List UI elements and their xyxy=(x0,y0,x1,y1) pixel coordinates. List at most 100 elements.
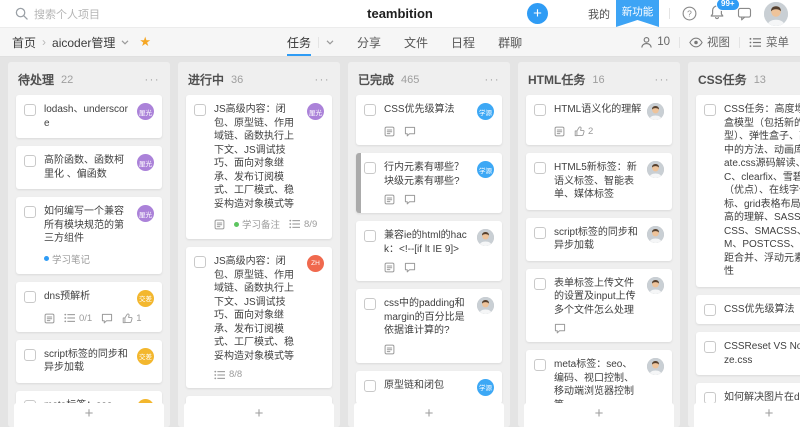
column-title: 已完成 xyxy=(358,73,395,87)
task-card[interactable]: 如何编写一个兼容所有模块规范的第三方组件 厘光 学习笔记 xyxy=(16,197,162,274)
task-card[interactable]: HTML语义化的理解 2 xyxy=(526,95,672,145)
task-checkbox[interactable] xyxy=(24,104,36,116)
task-checkbox[interactable] xyxy=(364,162,376,174)
board-column: 进行中 36 ··· JS高级内容：闭包、原型链、作用域链、函数执行上下文、JS调试技… xyxy=(178,62,340,427)
help-icon[interactable]: ? xyxy=(682,6,697,21)
task-card-main: 兼容ie的html的hack：<!--[if lt IE 9]> xyxy=(364,229,494,256)
task-card-main: css中的padding和margin的百分比是依据谁计算的? xyxy=(364,297,494,338)
divider xyxy=(669,8,670,19)
favorite-star-icon[interactable]: ★ xyxy=(139,34,151,50)
note-icon xyxy=(214,219,225,230)
tab-share[interactable]: 分享 xyxy=(357,28,381,56)
board-column: CSS任务 13 CSS任务：高度塌陷、盒模型（包括新的盒模型）、弹性盒子、高度居中… xyxy=(688,62,800,427)
column-menu-button[interactable]: ··· xyxy=(655,74,671,85)
column-menu-button[interactable]: ··· xyxy=(315,74,331,85)
add-task-button[interactable]: + xyxy=(354,403,504,427)
task-card[interactable]: HTML5新标签：新语义标签、智能表单、媒体标签 xyxy=(526,153,672,210)
add-task-button[interactable]: + xyxy=(184,403,334,427)
task-card[interactable]: script标签的同步和异步加载 交差 xyxy=(16,339,162,383)
task-title: HTML5新标签：新语义标签、智能表单、媒体标签 xyxy=(554,162,637,200)
tab-tasks[interactable]: 任务 xyxy=(287,28,334,56)
task-meta xyxy=(384,262,494,273)
column-menu-button[interactable]: ··· xyxy=(145,74,161,85)
task-checkbox[interactable] xyxy=(534,277,546,290)
task-checkbox[interactable] xyxy=(364,298,376,310)
task-checkbox[interactable] xyxy=(704,341,716,353)
task-card[interactable]: JS高级内容：闭包、原型链、作用域链、函数执行上下文、JS调试技巧、面向对象继承… xyxy=(186,247,332,388)
assignee-avatar: 学源 xyxy=(477,378,494,396)
add-task-button[interactable]: + xyxy=(14,403,164,427)
chevron-down-icon[interactable] xyxy=(121,39,129,45)
task-card[interactable]: lodash、underscore 厘光 xyxy=(16,95,162,138)
task-card[interactable]: CSS优先级算法 xyxy=(696,294,800,324)
task-title: 表单标签上传文件的设置及input上传多个文件怎么处理 xyxy=(554,277,636,316)
task-checkbox[interactable] xyxy=(24,206,36,218)
tab-files[interactable]: 文件 xyxy=(404,28,428,56)
search-box[interactable]: 搜索个人项目 xyxy=(0,6,230,22)
task-card[interactable]: 兼容ie的html的hack：<!--[if lt IE 9]> xyxy=(356,221,502,281)
chevron-down-icon[interactable] xyxy=(326,39,334,45)
task-checkbox[interactable] xyxy=(704,303,716,316)
tab-group-chat[interactable]: 群聊 xyxy=(498,28,522,56)
task-label-text: 学习备注 xyxy=(242,220,281,231)
add-task-button[interactable]: + xyxy=(524,403,674,427)
task-card[interactable]: 高阶函数、函数柯里化 、偏函数 厘光 xyxy=(16,146,162,189)
task-checkbox[interactable] xyxy=(534,162,546,174)
create-button[interactable]: + xyxy=(527,3,548,24)
task-checkbox[interactable] xyxy=(194,256,206,268)
task-checkbox[interactable] xyxy=(534,359,546,371)
task-card[interactable]: JS高级内容：闭包、原型链、作用域链、函数执行上下文、JS调试技巧、面向对象继承… xyxy=(186,95,332,239)
breadcrumb-project[interactable]: aicoder管理 xyxy=(52,34,115,51)
task-checkbox[interactable] xyxy=(364,104,376,116)
nav-mine[interactable]: 我的 xyxy=(588,6,610,22)
assignee-avatar: 交差 xyxy=(137,289,154,307)
column-header: CSS任务 13 xyxy=(688,62,800,95)
tab-schedule[interactable]: 日程 xyxy=(451,28,475,56)
task-card[interactable]: 行内元素有哪些？块级元素有哪些? 学源 xyxy=(356,153,502,213)
task-card-main: JS高级内容：闭包、原型链、作用域链、函数执行上下文、JS调试技巧、面向对象继承… xyxy=(194,255,324,363)
task-title: 如何编写一个兼容所有模块规范的第三方组件 xyxy=(44,206,124,244)
task-checkbox[interactable] xyxy=(534,226,546,239)
task-card[interactable]: CSS任务：高度塌陷、盒模型（包括新的盒模型）、弹性盒子、高度居中的方法、动画库… xyxy=(696,95,800,287)
task-checkbox[interactable] xyxy=(364,379,376,392)
members-button[interactable]: 10 xyxy=(640,36,670,49)
task-card[interactable]: dns预解析 交差 0/1 1 xyxy=(16,281,162,332)
note-icon xyxy=(384,194,395,205)
notifications-button[interactable]: 99+ xyxy=(709,0,740,23)
divider xyxy=(679,36,680,48)
task-card[interactable]: 表单标签上传文件的设置及input上传多个文件怎么处理 xyxy=(526,268,672,342)
task-title: css中的padding和margin的百分比是依据谁计算的? xyxy=(384,298,465,336)
task-checkbox[interactable] xyxy=(24,290,36,303)
task-meta: 2 xyxy=(554,126,664,137)
task-checkbox[interactable] xyxy=(194,104,206,116)
members-icon xyxy=(640,36,653,49)
task-title: CSSReset VS Normalize.css xyxy=(724,341,800,366)
chat-icon[interactable] xyxy=(737,6,752,21)
task-card-main: CSSReset VS Normalize.css xyxy=(704,340,800,367)
column-menu-button[interactable]: ··· xyxy=(485,74,501,85)
task-checkbox[interactable] xyxy=(534,104,546,116)
user-avatar[interactable] xyxy=(764,1,788,26)
task-card-main: CSS优先级算法 xyxy=(704,303,800,317)
task-card[interactable]: CSS优先级算法 学源 xyxy=(356,95,502,145)
task-card[interactable]: css中的padding和margin的百分比是依据谁计算的? xyxy=(356,289,502,363)
breadcrumb-home[interactable]: 首页 xyxy=(12,34,36,51)
task-checkbox[interactable] xyxy=(364,230,376,242)
task-meta xyxy=(384,344,494,355)
task-card[interactable]: CSSReset VS Normalize.css xyxy=(696,332,800,375)
task-checkbox[interactable] xyxy=(24,348,36,361)
task-card-main: script标签的同步和异步加载 xyxy=(534,225,664,253)
task-checkbox[interactable] xyxy=(24,155,36,167)
task-card[interactable]: 原型链和闭包 学源 xyxy=(356,370,502,404)
breadcrumb: 首页 › aicoder管理 ★ xyxy=(12,34,151,51)
project-bar: 首页 › aicoder管理 ★ 任务 分享 文件 日程 群聊 10 视图 菜单 xyxy=(0,28,800,57)
assignee-avatar: ZH xyxy=(307,255,324,272)
view-button[interactable]: 视图 xyxy=(689,34,730,50)
note-icon xyxy=(384,126,395,137)
add-task-button[interactable]: + xyxy=(694,403,800,427)
comment-icon xyxy=(404,262,416,273)
task-card[interactable]: script标签的同步和异步加载 xyxy=(526,217,672,261)
menu-button[interactable]: 菜单 xyxy=(749,34,789,50)
task-checkbox[interactable] xyxy=(704,104,716,116)
comment-icon xyxy=(554,323,566,334)
